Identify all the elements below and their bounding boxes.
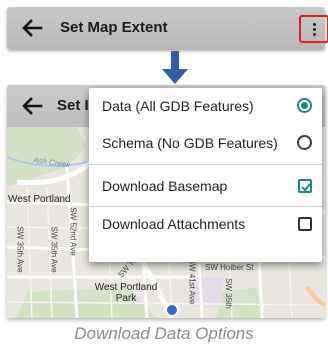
checkbox-checked-icon[interactable]: [298, 179, 312, 193]
map-label-sw-52nd: SW 52nd Ave: [68, 207, 78, 256]
menu-item-basemap[interactable]: Download Basemap: [89, 168, 322, 205]
map-label-sw-35th-1: SW 35th Ave: [15, 226, 25, 273]
map-label-sw-35th-2: SW 35th Ave: [49, 226, 59, 273]
app-toolbar: Set Map Extent: [7, 7, 328, 49]
more-options-button[interactable]: [299, 15, 328, 43]
checkbox-unchecked-icon[interactable]: [298, 217, 312, 231]
radio-unselected-icon[interactable]: [297, 135, 312, 150]
toolbar-title-partial: Set I: [57, 97, 89, 114]
more-vertical-icon: [313, 23, 317, 37]
menu-item-label: Download Basemap: [102, 178, 228, 194]
download-options-menu: Data (All GDB Features) Schema (No GDB F…: [89, 88, 322, 262]
menu-item-label: Schema (No GDB Features): [102, 135, 278, 151]
map-label-west-portland: West Portland: [8, 194, 71, 205]
map-label-sw-hoiber: SW Hoiber St: [205, 263, 254, 272]
map-label-west-portland-park: West Portland Park: [94, 282, 158, 304]
arrow-left-icon[interactable]: [21, 18, 43, 38]
map-label-sw-35th-3: SW 35th: [223, 278, 233, 309]
menu-item-label: Data (All GDB Features): [102, 98, 254, 114]
menu-item-data[interactable]: Data (All GDB Features): [89, 88, 322, 125]
arrow-left-icon[interactable]: [21, 96, 43, 116]
menu-item-attachments[interactable]: Download Attachments: [89, 206, 322, 243]
map-label-sw-41st: SW 41st Ave: [187, 258, 197, 305]
radio-selected-icon[interactable]: [297, 98, 312, 113]
figure-caption: Download Data Options: [74, 324, 254, 343]
menu-divider: [89, 164, 322, 165]
toolbar-title: Set Map Extent: [60, 19, 168, 36]
arrow-down-icon: [162, 51, 188, 84]
menu-item-label: Download Attachments: [102, 216, 246, 232]
menu-item-schema[interactable]: Schema (No GDB Features): [89, 125, 322, 162]
